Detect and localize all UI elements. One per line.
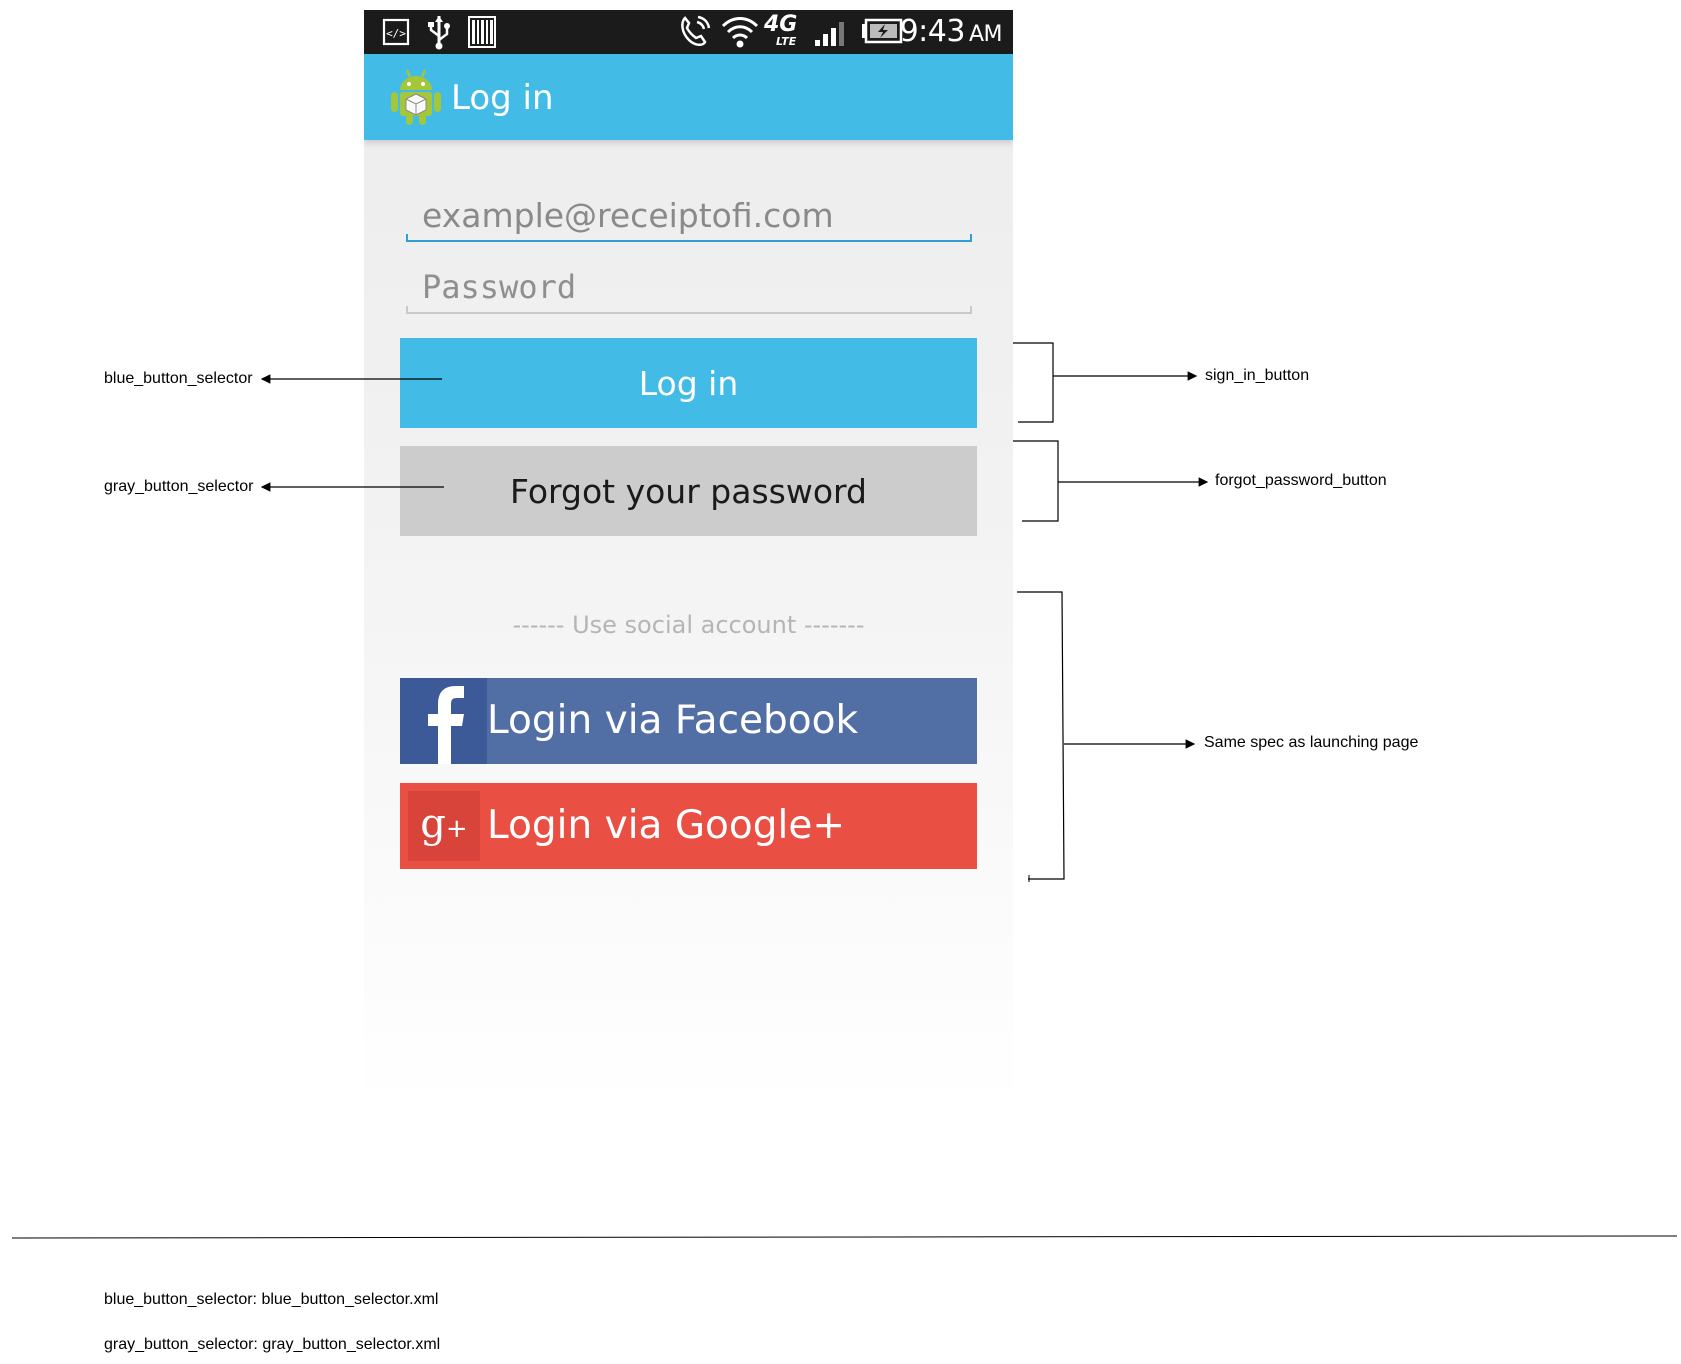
annotation-lines xyxy=(11,342,1678,1239)
annotation-sign-in-button: sign_in_button xyxy=(1205,367,1310,384)
annotation-blue-selector: blue_button_selector xyxy=(104,370,253,387)
annotation-same-spec: Same spec as launching page xyxy=(1204,734,1419,751)
annotation-forgot-password-button: forgot_password_button xyxy=(1215,472,1387,489)
footnote-gray-selector: gray_button_selector: gray_button_select… xyxy=(104,1336,441,1353)
footnote-blue-selector: blue_button_selector: blue_button_select… xyxy=(104,1291,439,1308)
annotation-gray-selector: gray_button_selector xyxy=(104,478,254,495)
